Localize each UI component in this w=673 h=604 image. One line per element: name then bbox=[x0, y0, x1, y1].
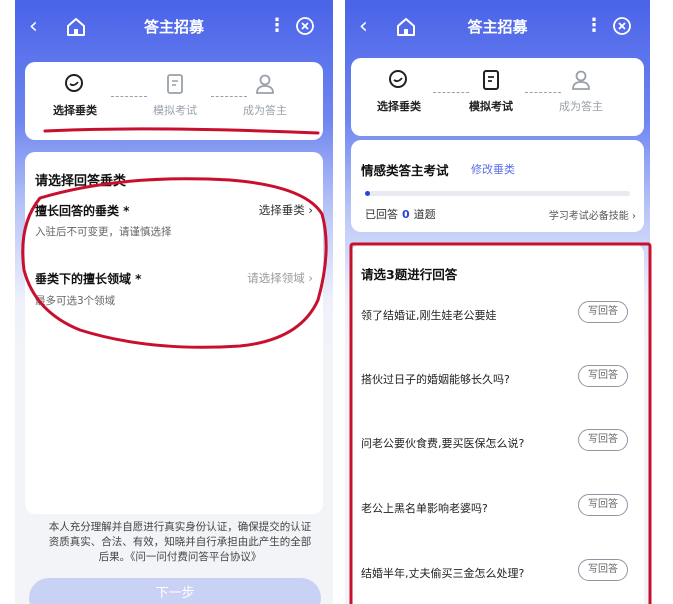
close-icon[interactable] bbox=[295, 16, 315, 36]
exam-tips-label: 学习考试必备技能 bbox=[548, 211, 629, 222]
category-select-value: 选择垂类 bbox=[258, 203, 305, 217]
nav-bar: ‹ 答主招募 ⋮ bbox=[15, 0, 333, 56]
question-text: 老公上黑名单影响老婆吗? bbox=[361, 502, 488, 515]
agreement-text[interactable]: 本人充分理解并自愿进行真实身份认证，确保提交的认证资质真实、合法、有效，知晓并自… bbox=[45, 520, 315, 565]
write-answer-button[interactable]: 写回答 bbox=[578, 365, 628, 387]
chat-search-icon bbox=[389, 70, 407, 88]
steps-card: 选择垂类 模拟考试 成为答主 bbox=[351, 58, 644, 136]
answered-number: 0 bbox=[402, 208, 410, 221]
category-form-card: 请选择回答垂类 擅长回答的垂类 * 选择垂类 › 入驻后不可变更，请谨慎选择 垂… bbox=[25, 152, 323, 514]
person-icon bbox=[572, 70, 590, 90]
next-button[interactable]: 下一步 bbox=[29, 578, 321, 604]
exam-progress-fill bbox=[365, 191, 371, 196]
questions-heading: 请选3题进行回答 bbox=[361, 267, 458, 282]
exam-card: 情感类答主考试 修改垂类 已回答 0 道题 学习考试必备技能 › bbox=[351, 140, 644, 232]
step-become-expert: 成为答主 bbox=[225, 72, 305, 118]
step-label: 选择垂类 bbox=[377, 100, 421, 113]
write-answer-button[interactable]: 写回答 bbox=[578, 429, 628, 451]
form-title: 请选择回答垂类 bbox=[35, 174, 127, 189]
question-text: 结婚半年,丈夫偷买三金怎么处理? bbox=[361, 567, 525, 580]
more-icon[interactable]: ⋮ bbox=[584, 15, 604, 37]
domain-field-label: 垂类下的擅长领域 * bbox=[35, 272, 142, 286]
nav-bar: ‹ 答主招募 ⋮ bbox=[345, 0, 650, 56]
chat-search-icon bbox=[65, 74, 83, 92]
step-label: 选择垂类 bbox=[53, 104, 97, 117]
step-mock-exam: 模拟考试 bbox=[451, 68, 531, 114]
step-label: 模拟考试 bbox=[469, 100, 513, 113]
exam-title: 情感类答主考试 bbox=[361, 163, 449, 178]
document-icon bbox=[483, 70, 499, 90]
question-row: 领了结婚证,刚生娃老公要娃 写回答 bbox=[361, 301, 634, 329]
write-answer-button[interactable]: 写回答 bbox=[578, 559, 628, 581]
step-label: 成为答主 bbox=[243, 104, 287, 117]
left-phone-screen: ‹ 答主招募 ⋮ 选择垂类 模拟考试 成为答主 请选择回答垂类 擅长回答的垂类 … bbox=[15, 0, 333, 604]
question-row: 问老公要伙食费,要买医保怎么说? 写回答 bbox=[361, 429, 634, 457]
answered-prefix: 已回答 bbox=[365, 208, 398, 221]
domain-select-value: 请选择领域 bbox=[247, 271, 305, 285]
answered-suffix: 道题 bbox=[413, 208, 436, 221]
step-become-expert: 成为答主 bbox=[541, 68, 621, 114]
steps-card: 选择垂类 模拟考试 成为答主 bbox=[25, 62, 323, 140]
exam-progress-bar bbox=[365, 191, 630, 196]
question-row: 结婚半年,丈夫偷买三金怎么处理? 写回答 bbox=[361, 559, 634, 587]
domain-select[interactable]: 请选择领域 › bbox=[247, 270, 313, 286]
edit-category-link[interactable]: 修改垂类 bbox=[471, 161, 515, 177]
step-label: 模拟考试 bbox=[153, 104, 197, 117]
write-answer-button[interactable]: 写回答 bbox=[578, 301, 628, 323]
question-row: 搭伙过日子的婚姻能够长久吗? 写回答 bbox=[361, 365, 634, 393]
mini-program-capsule: ⋮ bbox=[259, 12, 323, 40]
exam-tips-link[interactable]: 学习考试必备技能 › bbox=[549, 207, 636, 222]
domain-hint: 最多可选3个领域 bbox=[35, 295, 116, 307]
question-text: 领了结婚证,刚生娃老公要娃 bbox=[361, 309, 497, 322]
step-choose-category: 选择垂类 bbox=[359, 68, 439, 114]
document-icon bbox=[167, 74, 183, 94]
category-hint: 入驻后不可变更，请谨慎选择 bbox=[35, 226, 172, 238]
write-answer-button[interactable]: 写回答 bbox=[578, 494, 628, 516]
person-icon bbox=[256, 74, 274, 94]
question-text: 搭伙过日子的婚姻能够长久吗? bbox=[361, 373, 510, 386]
more-icon[interactable]: ⋮ bbox=[267, 15, 287, 37]
question-row: 老公上黑名单影响老婆吗? 写回答 bbox=[361, 494, 634, 522]
step-label: 成为答主 bbox=[559, 100, 603, 113]
answered-count: 已回答 0 道题 bbox=[365, 206, 436, 222]
category-select[interactable]: 选择垂类 › bbox=[259, 202, 313, 218]
step-choose-category: 选择垂类 bbox=[35, 72, 115, 118]
mini-program-capsule: ⋮ bbox=[576, 12, 640, 40]
step-mock-exam: 模拟考试 bbox=[135, 72, 215, 118]
close-icon[interactable] bbox=[612, 16, 632, 36]
category-field-label: 擅长回答的垂类 * bbox=[35, 204, 130, 218]
question-text: 问老公要伙食费,要买医保怎么说? bbox=[361, 437, 525, 450]
question-card: 请选3题进行回答 领了结婚证,刚生娃老公要娃 写回答 搭伙过日子的婚姻能够长久吗… bbox=[351, 244, 644, 604]
right-phone-screen: ‹ 答主招募 ⋮ 选择垂类 模拟考试 成为答主 情感类答主考试 修改垂类 已回答… bbox=[345, 0, 650, 604]
